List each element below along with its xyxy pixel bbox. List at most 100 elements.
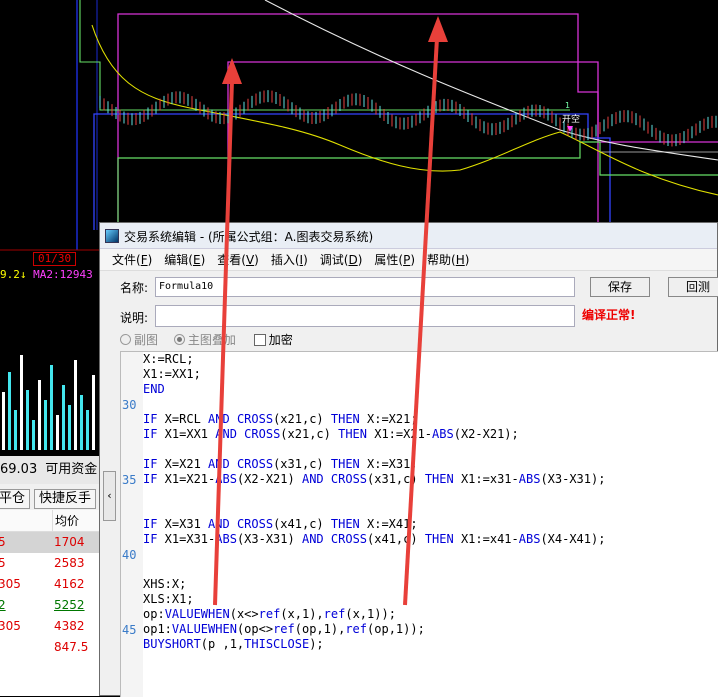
date-tab[interactable]: 01/30 [33,252,77,266]
menu-entry[interactable]: 帮助(H) [427,249,469,271]
opt-encrypt[interactable]: 加密 [240,333,293,347]
position-row[interactable]: 305 4382 [0,616,100,637]
code-line[interactable]: IF X1=XX1 AND CROSS(x21,c) THEN X1:=X21-… [143,427,605,442]
position-row[interactable]: 305 4162 [0,574,100,595]
position-row[interactable]: 5 1704 [0,532,100,553]
code-line[interactable]: IF X=X31 AND CROSS(x41,c) THEN X:=X41; [143,517,605,532]
opt-subchart-label: 副图 [134,333,159,347]
menu-paren: ) [254,253,259,267]
line-number: 35 [122,473,137,487]
position-qty: 305 [0,619,21,633]
menu-item-0[interactable]: 文件( [112,249,141,271]
code-line[interactable] [143,442,605,457]
close-position-button[interactable]: 平仓 [0,489,31,509]
menu-paren: ) [464,253,470,267]
menu-accel-key: H [455,253,465,267]
menu-accel-key: V [245,253,255,267]
code-line[interactable]: XHS:X; [143,577,605,592]
checkbox-icon [253,334,266,346]
menu-entry[interactable]: 编辑(E) [164,249,205,271]
line-number: 40 [122,548,137,562]
menu-paren: ) [147,253,153,267]
menu-paren: ) [200,253,206,267]
position-row[interactable]: 2 5252 [0,595,100,616]
trading-system-editor-dialog: 交易系统编辑 - (所属公式组：A.图表交易系统) 文件(F) 编辑(E) 查看(V… [99,222,718,697]
date-tab-strip: 01/30 [0,252,100,266]
menu-item-2[interactable]: 查看( [217,249,246,271]
code-content[interactable]: X:=RCL; X1:=XX1; END IF X=RCL AND CROSS(x21… [143,352,605,652]
backtest-button[interactable]: 回测 [668,277,718,297]
position-avg-price: 847.5 [54,640,89,654]
positions-header: 均价 [0,510,100,532]
menu-accel-key: E [192,253,201,267]
position-avg-price: 4162 [54,577,85,591]
radio-selected-icon [173,334,185,345]
code-line[interactable]: BUYSHORT(p ,1,THISCLOSE); [143,637,605,652]
menu-accel-key: P [403,253,411,267]
code-line[interactable]: IF X=RCL AND CROSS(x21,c) THEN X:=X21; [143,412,605,427]
avg-price-header[interactable]: 均价 [52,510,79,532]
collapse-panel-button[interactable]: ‹ [103,471,116,521]
dialog-titlebar[interactable]: 交易系统编辑 - (所属公式组：A.图表交易系统) [100,223,717,249]
quick-reverse-button[interactable]: 快捷反手 [34,489,97,509]
position-qty: 305 [0,577,21,591]
position-avg-price: 2583 [54,556,85,570]
radio-icon [120,334,131,345]
dialog-title: 交易系统编辑 - (所属公式组：A.图表交易系统) [124,230,374,244]
save-button[interactable]: 保存 [590,277,650,297]
menu-entry[interactable]: 调试(D) [320,249,363,271]
desc-input[interactable] [155,305,575,327]
position-qty: 5 [0,535,6,549]
position-avg-price: 5252 [54,598,85,612]
line-number: 45 [122,623,137,637]
marker-number: 1 [565,101,570,110]
funds-row: 69.03 可用资金 [0,456,100,484]
name-input[interactable]: Formula10 [155,277,575,297]
menu-paren: ) [410,253,416,267]
menu-entry[interactable]: 属性(P) [374,249,415,271]
position-qty: 2 [0,598,6,612]
short-open-marker: 开空 [562,113,580,125]
code-line[interactable]: X:=RCL; [143,352,605,367]
trade-buttons: 平仓 快捷反手 [0,484,100,510]
code-line[interactable]: IF X=X21 AND CROSS(x31,c) THEN X:=X31; [143,457,605,472]
chart-options: 副图 主图叠加 加密 [120,331,293,348]
menu-item-6[interactable]: 帮助( [427,249,456,271]
app-icon [105,229,119,243]
code-line[interactable]: X1:=XX1; [143,367,605,382]
code-line[interactable] [143,547,605,562]
code-line[interactable]: op:VALUEWHEN(x<>ref(x,1),ref(x,1)); [143,607,605,622]
code-editor[interactable]: 30 35 40 45 X:=RCL; X1:=XX1; END IF X=RCL AND … [120,351,718,697]
menu-accel-key: F [140,253,148,267]
code-line[interactable]: IF X1=X21-ABS(X2-X21) AND CROSS(x31,c) T… [143,472,605,487]
funds-amount: 69.03 [0,462,38,477]
code-line[interactable]: op1:VALUEWHEN(op<>ref(op,1),ref(op,1)); [143,622,605,637]
menu-accel-key: D [348,253,358,267]
menu-entry[interactable]: 查看(V) [217,249,259,271]
trade-panel: 69.03 可用资金 平仓 快捷反手 均价 5 1704 5 2583 305 4162 2 52… [0,456,100,696]
position-row[interactable]: 847.5 [0,637,100,658]
position-row[interactable]: 5 2583 [0,553,100,574]
menu-entry[interactable]: 文件(F) [112,249,152,271]
opt-subchart[interactable]: 副图 [120,333,158,347]
code-line[interactable] [143,562,605,577]
code-line[interactable] [143,397,605,412]
menu-item-5[interactable]: 属性( [374,249,403,271]
code-line[interactable] [143,502,605,517]
opt-main-overlay[interactable]: 主图叠加 [173,333,236,347]
ma2-value: MA2:12943 [33,268,93,281]
code-line[interactable]: END [143,382,605,397]
code-line[interactable]: IF X1=X31-ABS(X3-X31) AND CROSS(x41,c) T… [143,532,605,547]
menu-item-3[interactable]: 插入( [271,249,300,271]
menu-item-4[interactable]: 调试( [320,249,349,271]
menu-paren: ) [357,253,363,267]
opt-encrypt-label: 加密 [268,333,293,347]
position-avg-price: 1704 [54,535,85,549]
menu-item-1[interactable]: 编辑( [164,249,193,271]
menu-entry[interactable]: 插入(I) [271,249,308,271]
code-line[interactable]: XLS:X1; [143,592,605,607]
position-qty: 5 [0,556,6,570]
position-avg-price: 4382 [54,619,85,633]
menubar: 文件(F) 编辑(E) 查看(V) 插入(I) 调试(D) 属性(P) 帮助(H) [100,249,717,271]
code-line[interactable] [143,487,605,502]
